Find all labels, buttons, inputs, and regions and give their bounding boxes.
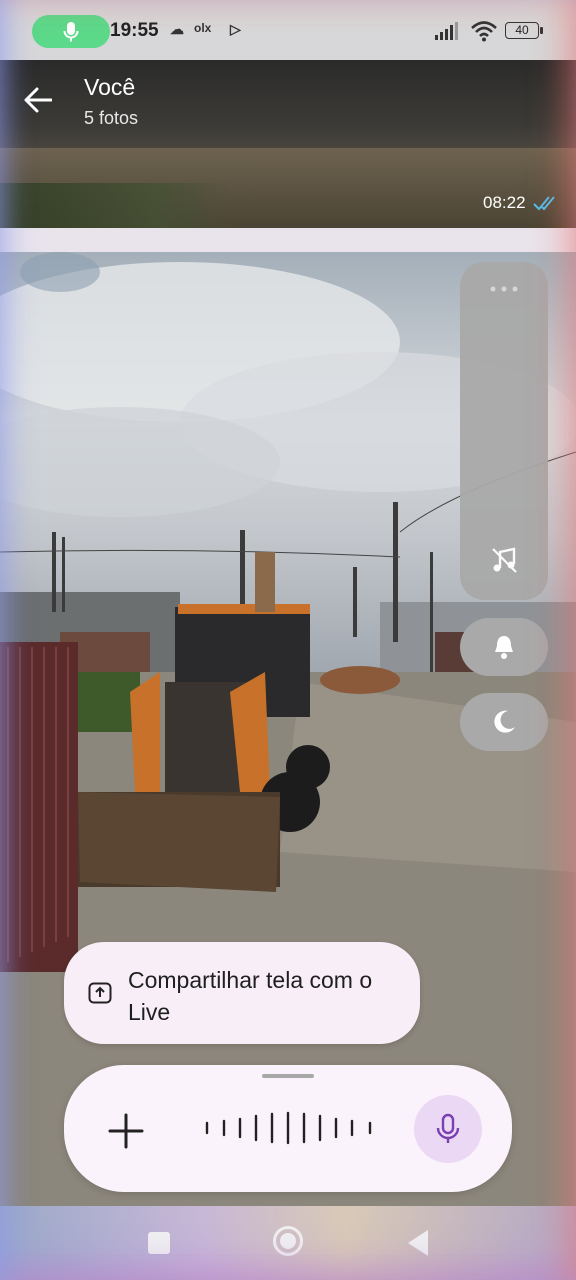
mic-button[interactable]: [414, 1095, 482, 1163]
notification-button[interactable]: [460, 618, 548, 676]
photo-grass: [0, 183, 231, 228]
chat-title: Você: [84, 74, 136, 100]
wifi-icon: [471, 21, 497, 42]
back-button[interactable]: [18, 80, 58, 120]
mic-icon: [63, 21, 79, 41]
message-time: 08:22: [483, 193, 526, 212]
live-control-bar: [64, 1065, 512, 1192]
chat-notification-icon: ☁: [170, 21, 184, 37]
do-not-disturb-button[interactable]: [460, 693, 548, 751]
add-button[interactable]: [104, 1109, 148, 1153]
double-check-icon: [533, 196, 555, 211]
photo-gap: [0, 228, 576, 252]
olx-notification-icon: olx: [194, 21, 212, 35]
status-bar: 19:55 ☁ olx ▷ 40: [0, 0, 576, 60]
screen-share-icon: [88, 982, 112, 1004]
bell-icon: [495, 636, 513, 659]
floating-controls-panel: [460, 262, 548, 600]
play-notification-icon: ▷: [230, 21, 241, 37]
share-screen-live-button[interactable]: Compartilhar tela com o Live: [64, 942, 420, 1044]
system-navigation-bar: [0, 1206, 576, 1280]
drag-handle[interactable]: [262, 1074, 314, 1078]
more-options-icon[interactable]: [490, 286, 518, 292]
status-time: 19:55: [110, 20, 159, 41]
arrow-left-icon: [24, 87, 52, 113]
home-button[interactable]: [273, 1226, 303, 1256]
cell-signal-icon: [435, 22, 458, 40]
share-screen-label: Compartilhar tela com o Live: [128, 967, 373, 1025]
recents-button[interactable]: [148, 1232, 170, 1254]
recording-mic-indicator[interactable]: [32, 15, 110, 48]
music-off-icon[interactable]: [490, 546, 518, 574]
photo-count: 5 fotos: [84, 108, 139, 128]
microphone-icon: [436, 1113, 460, 1143]
back-nav-button[interactable]: [408, 1230, 428, 1256]
moon-icon: [494, 710, 515, 733]
audio-waveform: [205, 1111, 372, 1145]
battery-icon: 40: [505, 22, 543, 39]
